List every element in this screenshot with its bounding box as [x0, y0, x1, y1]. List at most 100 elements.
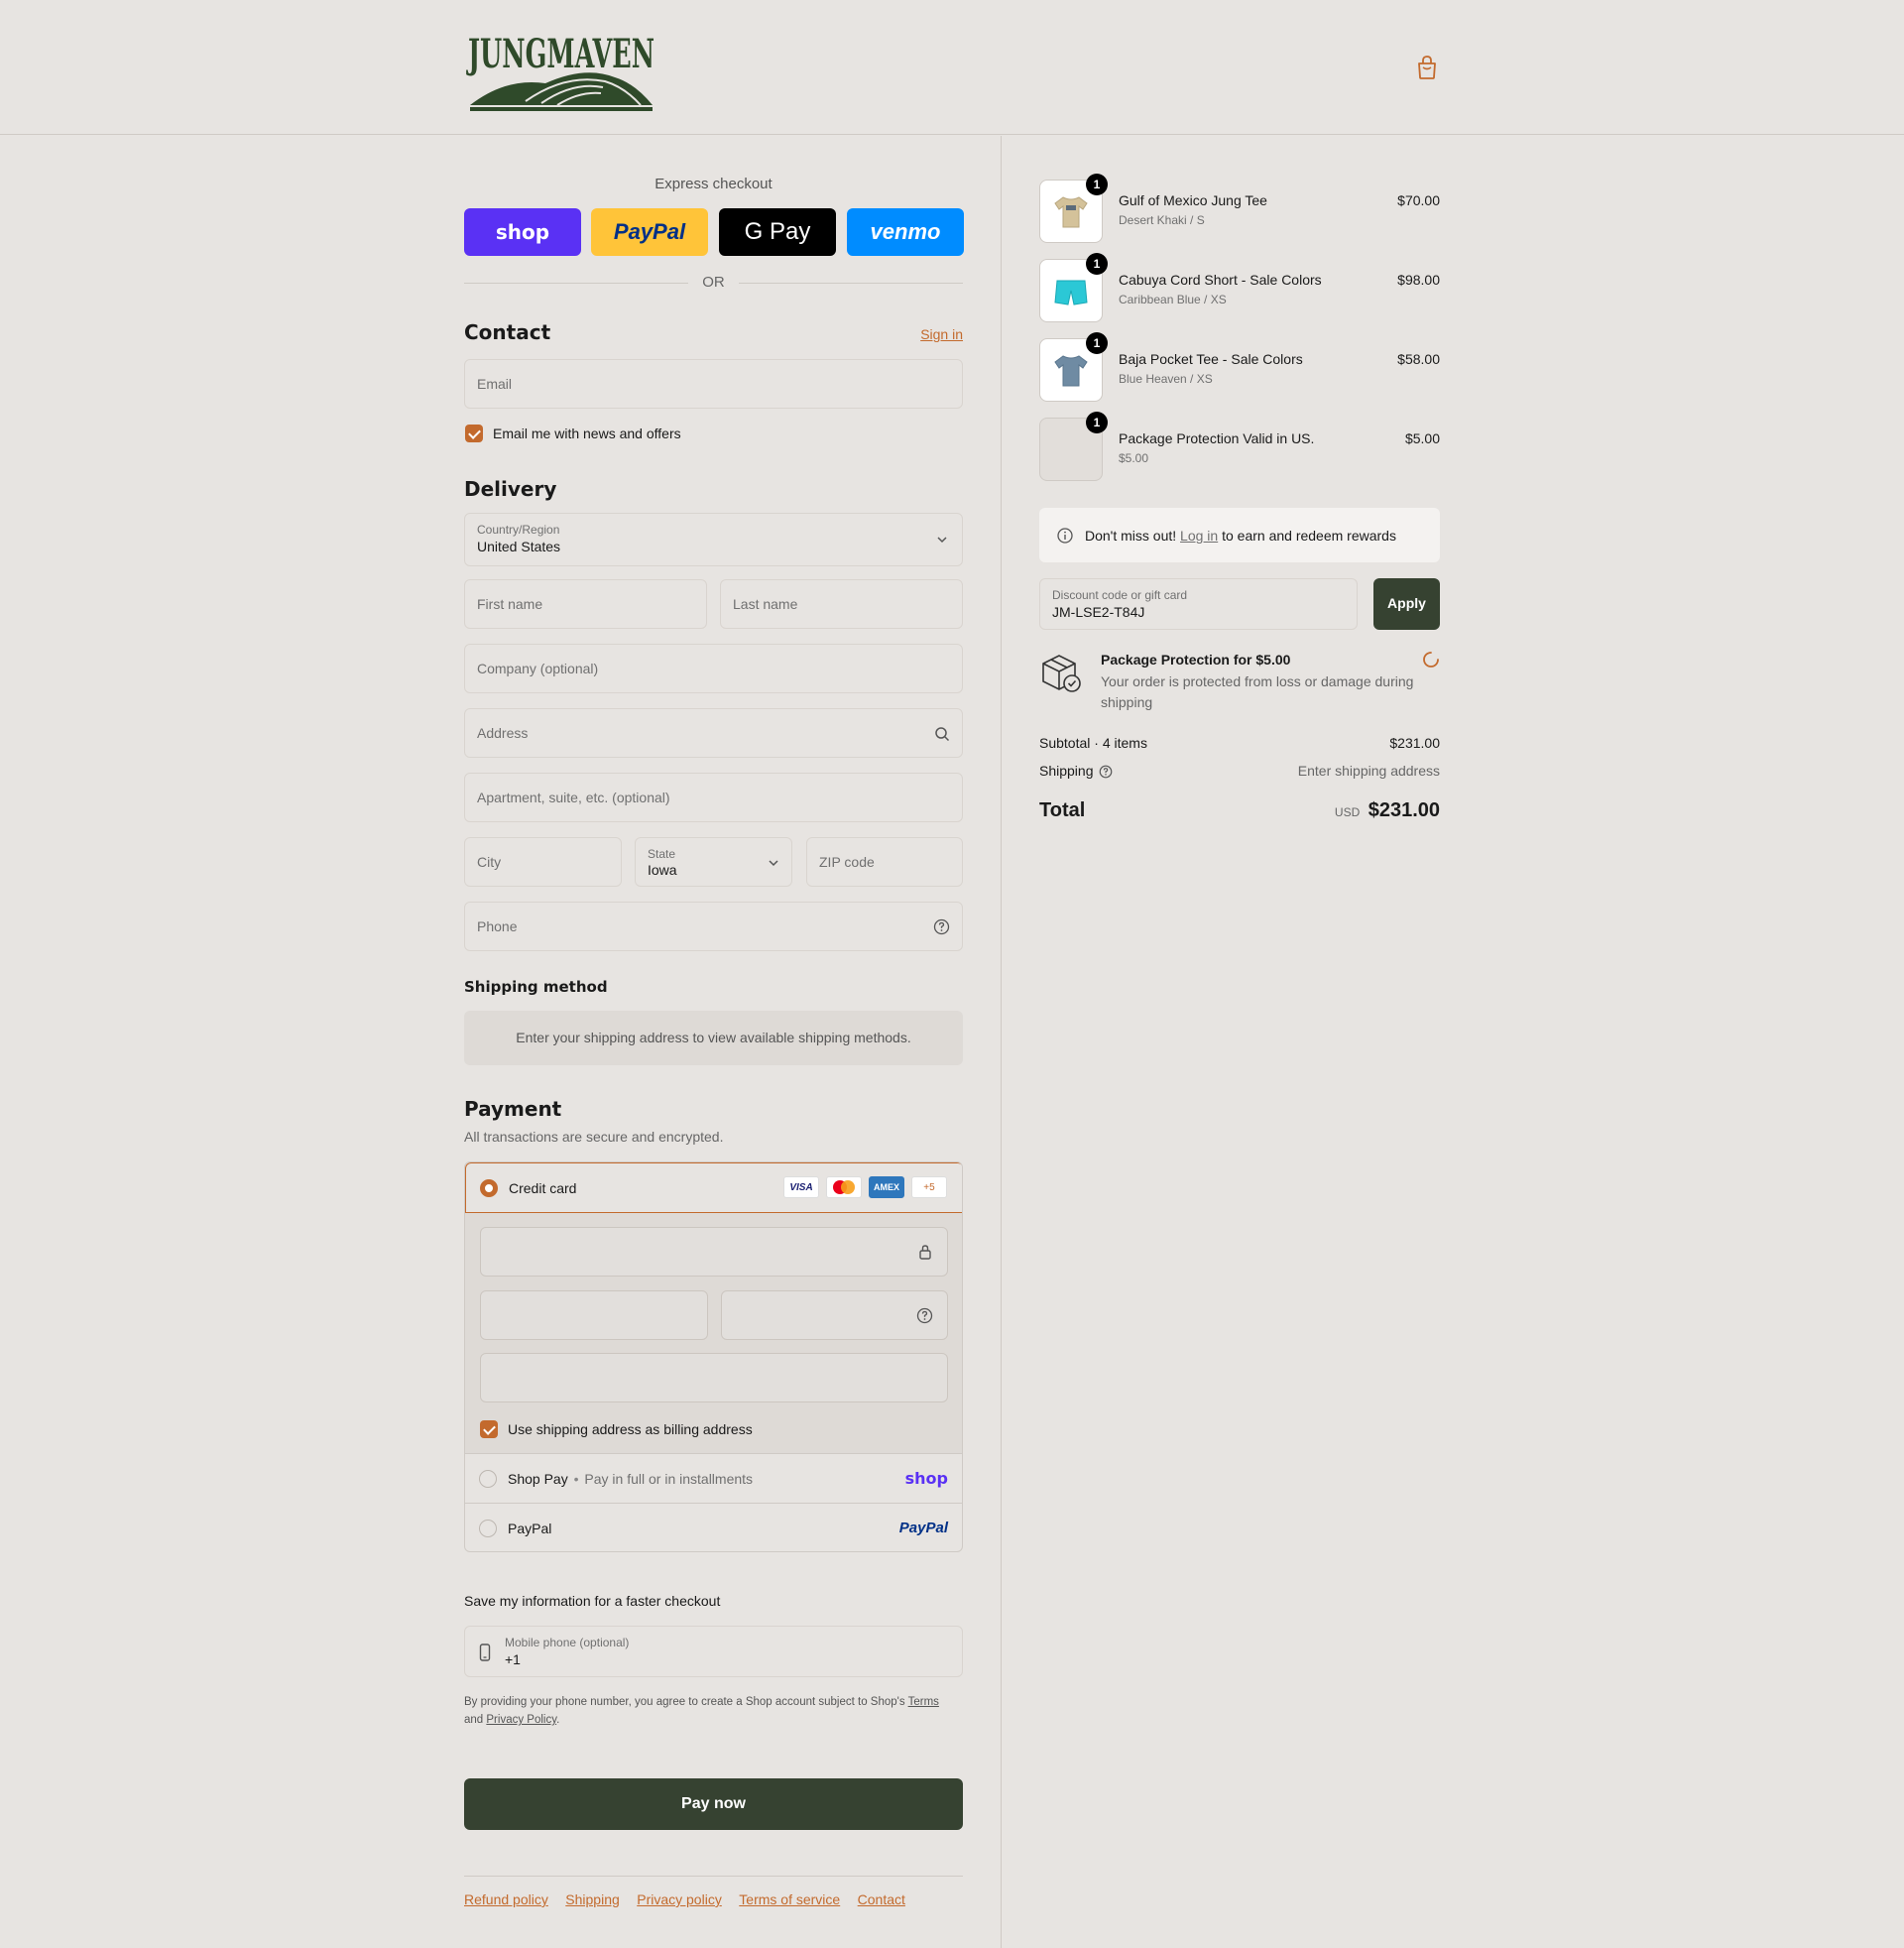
shopping-bag-icon[interactable]	[1416, 55, 1438, 80]
currency-code: USD	[1334, 805, 1361, 819]
item-name: Package Protection Valid in US.	[1119, 430, 1315, 446]
contact-link[interactable]: Contact	[858, 1891, 905, 1907]
apply-button[interactable]: Apply	[1373, 578, 1440, 630]
help-icon[interactable]	[916, 1307, 933, 1324]
item-variant: $5.00	[1119, 451, 1149, 465]
svg-text:JUNGMAVEN: JUNGMAVEN	[466, 31, 654, 77]
credit-card-radio[interactable]	[480, 1179, 498, 1197]
apartment-field[interactable]: Apartment, suite, etc. (optional)	[464, 773, 963, 822]
security-code-field[interactable]	[721, 1290, 948, 1340]
protection-text: Your order is protected from loss or dam…	[1101, 673, 1414, 710]
card-number-field[interactable]	[480, 1227, 948, 1277]
item-variant: Caribbean Blue / XS	[1119, 293, 1227, 306]
expiration-field[interactable]	[480, 1290, 708, 1340]
country-select[interactable]: Country/Region United States	[464, 513, 963, 566]
billing-address-checkbox[interactable]	[480, 1420, 498, 1438]
company-placeholder: Company (optional)	[477, 661, 599, 676]
billing-address-label: Use shipping address as billing address	[508, 1421, 753, 1437]
mobile-phone-field[interactable]: Mobile phone (optional) +1	[464, 1626, 963, 1677]
item-variant: Blue Heaven / XS	[1119, 372, 1213, 386]
express-checkout-title: Express checkout	[654, 176, 773, 192]
paypal-radio[interactable]	[479, 1520, 497, 1537]
discount-label: Discount code or gift card	[1052, 588, 1188, 602]
state-select[interactable]: State Iowa	[635, 837, 792, 887]
paypal-logo: PayPal	[898, 1520, 948, 1536]
venmo-express-button[interactable]: venmo	[847, 208, 964, 256]
terms-of-service-link[interactable]: Terms of service	[739, 1891, 840, 1907]
protection-toggle-spinner-icon[interactable]	[1421, 650, 1441, 670]
email-placeholder: Email	[477, 376, 513, 392]
tshirt-image	[1054, 196, 1088, 228]
search-icon	[935, 727, 950, 742]
credit-card-option[interactable]: Credit card VISA AMEX +5	[465, 1162, 962, 1213]
google-pay-express-button[interactable]: G Pay	[719, 208, 836, 256]
paypal-express-button[interactable]: PayPal	[591, 208, 708, 256]
card-details-panel: Use shipping address as billing address	[465, 1213, 962, 1453]
shop-pay-option[interactable]: Shop Pay • Pay in full or in installment…	[465, 1453, 962, 1503]
payment-heading: Payment	[464, 1097, 562, 1121]
rewards-text-a: Don't miss out!	[1085, 528, 1177, 544]
address-field[interactable]: Address	[464, 708, 963, 758]
sign-in-link[interactable]: Sign in	[920, 326, 963, 342]
email-field[interactable]: Email	[464, 359, 963, 409]
privacy-policy-footer-link[interactable]: Privacy policy	[637, 1891, 722, 1907]
discount-code-field[interactable]: Discount code or gift card JM-LSE2-T84J	[1039, 578, 1358, 630]
company-field[interactable]: Company (optional)	[464, 644, 963, 693]
mobile-phone-value: +1	[505, 1651, 521, 1667]
rewards-text-b: to earn and redeem rewards	[1222, 528, 1396, 544]
contact-heading: Contact	[464, 320, 551, 344]
last-name-field[interactable]: Last name	[720, 579, 963, 629]
help-icon[interactable]	[933, 918, 950, 935]
lock-icon	[919, 1245, 931, 1260]
zip-field[interactable]: ZIP code	[806, 837, 963, 887]
refund-policy-link[interactable]: Refund policy	[464, 1891, 548, 1907]
separator-dot: •	[573, 1471, 579, 1487]
shop-pay-express-button[interactable]: shop	[464, 208, 581, 256]
mobile-phone-label: Mobile phone (optional)	[505, 1636, 630, 1649]
news-checkbox[interactable]	[465, 425, 483, 442]
tshirt-image	[1054, 355, 1088, 387]
terms-link[interactable]: Terms	[908, 1696, 939, 1708]
total-label: Total	[1039, 799, 1086, 821]
info-icon	[1057, 528, 1073, 544]
pay-now-button[interactable]: Pay now	[464, 1778, 963, 1830]
shipping-policy-link[interactable]: Shipping	[565, 1891, 620, 1907]
shipping-value: Enter shipping address	[1297, 763, 1440, 779]
zip-placeholder: ZIP code	[819, 854, 875, 870]
paypal-option[interactable]: PayPal PayPal	[465, 1503, 962, 1551]
more-cards-badge: +5	[911, 1176, 947, 1198]
privacy-policy-link[interactable]: Privacy Policy	[486, 1714, 556, 1726]
package-protection-icon	[1042, 655, 1081, 692]
address-placeholder: Address	[477, 725, 529, 741]
shop-pay-radio[interactable]	[479, 1470, 497, 1488]
help-icon[interactable]	[1099, 765, 1113, 779]
first-name-field[interactable]: First name	[464, 579, 707, 629]
city-field[interactable]: City	[464, 837, 622, 887]
visa-icon: VISA	[783, 1176, 819, 1198]
chevron-down-icon	[769, 860, 778, 867]
shorts-image	[1054, 280, 1088, 305]
payment-subtitle: All transactions are secure and encrypte…	[464, 1129, 724, 1145]
mastercard-icon	[826, 1176, 862, 1198]
first-name-placeholder: First name	[477, 596, 543, 612]
item-name: Cabuya Cord Short - Sale Colors	[1119, 272, 1322, 288]
name-on-card-field[interactable]	[480, 1353, 948, 1402]
paypal-express-label: PayPal	[613, 219, 686, 244]
subtotal-label: Subtotal · 4 items	[1039, 735, 1147, 751]
jungmaven-logo[interactable]: JUNGMAVEN	[466, 22, 656, 113]
mobile-phone-icon	[479, 1644, 491, 1661]
or-divider-right	[739, 283, 963, 284]
phone-field[interactable]: Phone	[464, 902, 963, 951]
item-price: $98.00	[1397, 272, 1440, 288]
total-value: $231.00	[1368, 799, 1440, 821]
shop-pay-sublabel: Pay in full or in installments	[584, 1471, 754, 1487]
state-label: State	[648, 847, 676, 861]
last-name-placeholder: Last name	[733, 596, 798, 612]
city-placeholder: City	[477, 854, 502, 870]
save-info-title: Save my information for a faster checkou…	[464, 1593, 721, 1609]
log-in-link[interactable]: Log in	[1180, 528, 1218, 544]
item-price: $70.00	[1397, 192, 1440, 208]
shipping-method-heading: Shipping method	[464, 978, 608, 996]
amex-icon: AMEX	[869, 1176, 904, 1198]
shop-pay-logo: shop	[904, 1469, 948, 1488]
